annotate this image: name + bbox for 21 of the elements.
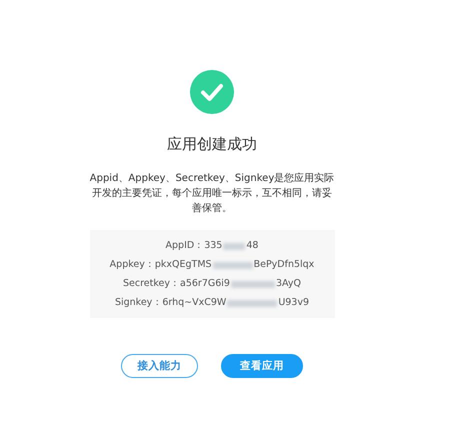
credential-label: Signkey： (114, 296, 162, 310)
view-app-button[interactable]: 查看应用 (221, 354, 303, 378)
success-title: 应用创建成功 (167, 134, 257, 154)
access-button[interactable]: 接入能力 (121, 354, 198, 378)
credential-value: pkxQEgTMS (154, 258, 212, 272)
credential-value: a56r7G6i9 (180, 277, 230, 291)
redaction-mark (227, 300, 278, 306)
credential-value: BePyDfn5lqx (254, 258, 314, 272)
credential-label: AppID： (166, 239, 204, 253)
redaction-mark (230, 280, 275, 288)
description-text: Appid、Appkey、Secretkey、Signkey是您应用实际开发的主要凭证，每个应用唯一标示，互不相同，请妥善保管。 (90, 172, 334, 216)
credential-value: U93v9 (278, 296, 310, 310)
credential-label: Secretkey： (123, 277, 180, 291)
credential-value: 335 (204, 239, 222, 253)
redaction-mark (223, 242, 246, 250)
credential-value: 6rhq~VxC9W (162, 296, 226, 310)
success-check-icon (190, 70, 234, 114)
credential-value: 48 (246, 239, 258, 253)
credential-value: 3AyQ (276, 277, 301, 291)
redaction-mark (212, 262, 253, 268)
credential-label: Appkey： (110, 258, 155, 272)
